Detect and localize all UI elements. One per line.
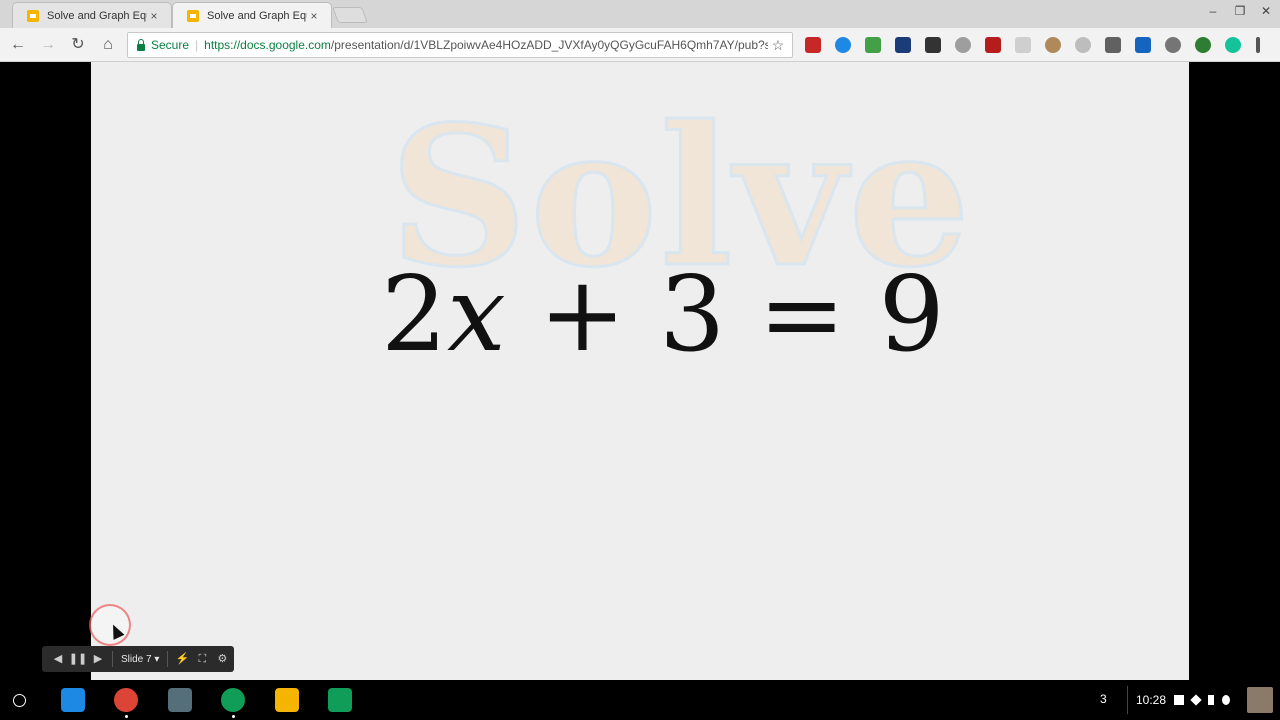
- cast-icon[interactable]: [1105, 37, 1121, 53]
- running-indicator: [125, 715, 128, 718]
- menu-icon[interactable]: [1256, 37, 1260, 53]
- clock-icon[interactable]: [1075, 37, 1091, 53]
- restore-button[interactable]: ❐: [1230, 4, 1250, 22]
- notification-count[interactable]: 3: [1100, 692, 1107, 706]
- tab-solve-graph-1[interactable]: Solve and Graph Equatio ×: [12, 2, 172, 28]
- minimize-button[interactable]: –: [1203, 4, 1223, 22]
- tab-strip: Solve and Graph Equatio × Solve and Grap…: [0, 0, 1280, 28]
- battery-icon: [1208, 695, 1215, 705]
- ext-green-icon[interactable]: [865, 37, 881, 53]
- keyboard-icon: [1174, 695, 1185, 705]
- tab-title: Solve and Graph Equatio: [207, 9, 307, 22]
- slides-favicon-icon: [27, 9, 39, 22]
- url-host: https://docs.google.com: [204, 38, 331, 52]
- wifi-icon: [1190, 694, 1202, 706]
- files-app-icon[interactable]: [61, 688, 85, 712]
- calculator-app-icon[interactable]: [168, 688, 192, 712]
- power-icon[interactable]: [1165, 37, 1181, 53]
- lock-icon: [137, 38, 145, 51]
- chrome-app-icon[interactable]: [114, 688, 138, 712]
- pause-icon[interactable]: ❚❚: [68, 649, 88, 669]
- ext-green-power-icon[interactable]: [1195, 37, 1211, 53]
- next-slide-icon[interactable]: ▶: [88, 649, 108, 669]
- address-bar[interactable]: Secure | https://docs.google.com/present…: [127, 32, 793, 58]
- launcher-icon[interactable]: [13, 694, 26, 707]
- omnibox-separator: |: [195, 38, 199, 52]
- new-tab-button[interactable]: [332, 7, 368, 23]
- equation-variable: x: [447, 253, 506, 375]
- accessibility-icon: [1222, 695, 1231, 705]
- equation-result: 9: [878, 253, 945, 375]
- tab-close-icon[interactable]: ×: [307, 9, 321, 23]
- presentation-controls: ◀ ❚❚ ▶ Slide 7 ▾ ⚡ ⛶ ⚙: [42, 646, 234, 672]
- close-window-button[interactable]: ✕: [1256, 4, 1276, 22]
- cookie-icon[interactable]: [1045, 37, 1061, 53]
- classroom-app-icon[interactable]: [328, 688, 352, 712]
- avatar[interactable]: [1247, 687, 1273, 713]
- ext-badge-icon[interactable]: [985, 37, 1001, 53]
- browser-toolbar: ← → ↻ ⌂ Secure | https://docs.google.com…: [0, 28, 1280, 62]
- tab-close-icon[interactable]: ×: [147, 9, 161, 23]
- qr-code-icon[interactable]: [925, 37, 941, 53]
- controls-divider: [167, 651, 169, 667]
- status-tray[interactable]: 10:28: [1127, 686, 1240, 714]
- ext-red-icon[interactable]: [805, 37, 821, 53]
- history-icon[interactable]: [955, 37, 971, 53]
- slides-favicon-icon: [187, 9, 199, 22]
- reload-button[interactable]: ↻: [67, 34, 89, 56]
- tab-title: Solve and Graph Equatio: [47, 9, 147, 22]
- slide-equation: 2x + 3 = 9: [381, 262, 945, 366]
- running-indicator: [232, 715, 235, 718]
- bookmark-star-icon[interactable]: ☆: [768, 37, 788, 54]
- equation-constant: 3: [659, 253, 726, 375]
- url-path: /presentation/d/1VBLZpoiwvAe4HOzADD_JVXf…: [330, 38, 768, 52]
- ext-grey-icon[interactable]: [1015, 37, 1031, 53]
- equation-coefficient: 2: [381, 253, 448, 375]
- tab-solve-graph-2[interactable]: Solve and Graph Equatio ×: [172, 2, 332, 28]
- ext-navy-icon[interactable]: [895, 37, 911, 53]
- presentation-slide[interactable]: Solve 2x + 3 = 9: [91, 62, 1189, 680]
- equation-plus: +: [538, 253, 627, 375]
- os-shelf: 3 10:28: [0, 680, 1280, 720]
- laser-pointer-icon[interactable]: ⚡: [172, 649, 192, 669]
- home-button[interactable]: ⌂: [97, 34, 119, 56]
- url-text[interactable]: https://docs.google.com/presentation/d/1…: [204, 38, 768, 52]
- ext-blue-circle-icon[interactable]: [835, 37, 851, 53]
- settings-gear-icon[interactable]: ⚙: [212, 649, 232, 669]
- grammarly-icon[interactable]: [1225, 37, 1241, 53]
- clock-time: 10:28: [1136, 693, 1167, 707]
- ext-v-icon[interactable]: [1135, 37, 1151, 53]
- keep-app-icon[interactable]: [275, 688, 299, 712]
- fullscreen-icon[interactable]: ⛶: [192, 649, 212, 669]
- previous-slide-icon[interactable]: ◀: [48, 649, 68, 669]
- back-button[interactable]: ←: [7, 34, 29, 56]
- hangouts-app-icon[interactable]: [221, 688, 245, 712]
- equation-equals: =: [758, 253, 846, 375]
- forward-button[interactable]: →: [37, 34, 59, 56]
- secure-label: Secure: [151, 38, 190, 52]
- slide-selector[interactable]: Slide 7 ▾: [121, 654, 159, 665]
- controls-divider: [112, 651, 113, 667]
